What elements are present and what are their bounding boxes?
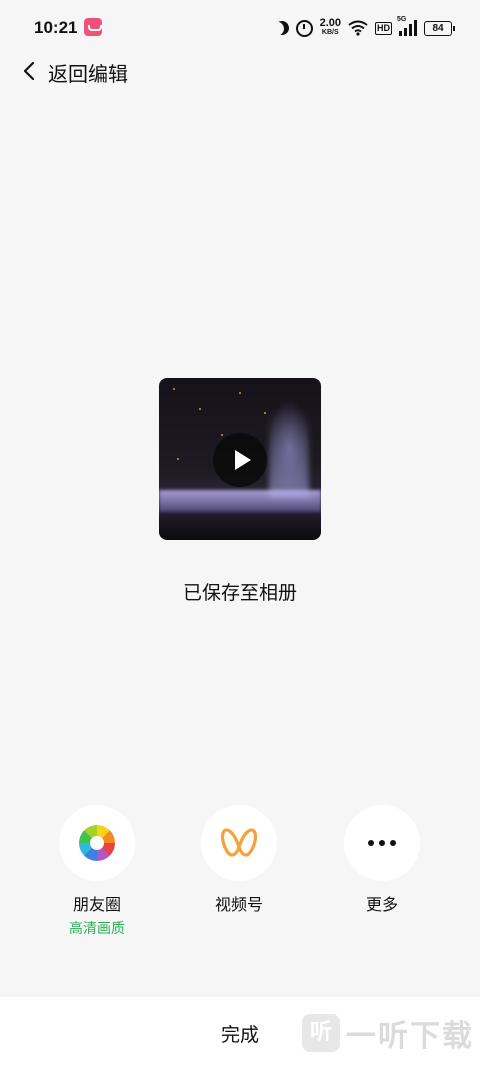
hd-quality-label: 高清画质: [69, 921, 125, 937]
watermark: 听 一听下载: [302, 1003, 474, 1063]
channels-butterfly-icon: [219, 825, 259, 861]
do-not-disturb-moon-icon: [273, 19, 291, 37]
saved-to-album-message: 已保存至相册: [182, 582, 297, 604]
back-to-edit-link[interactable]: 返回编辑: [48, 58, 128, 87]
network-speed-value: 2.00: [319, 17, 341, 29]
network-speed: 2.00 KB/S: [319, 17, 341, 37]
play-button[interactable]: [213, 433, 267, 487]
battery-indicator: 84: [424, 20, 455, 36]
channels-icon-circle: [201, 805, 277, 881]
more-dots-icon: [368, 840, 396, 846]
header: 返回编辑: [0, 52, 480, 92]
share-moments-button[interactable]: 朋友圈 高清画质: [42, 805, 152, 938]
alarm-clock-icon: [295, 19, 313, 37]
moments-icon-circle: [59, 805, 135, 881]
more-icon-circle: [344, 805, 420, 881]
hd-voice-badge: HD: [375, 21, 392, 35]
moments-aperture-icon: [79, 825, 115, 861]
share-moments-label: 朋友圈: [72, 895, 121, 914]
back-chevron-icon[interactable]: [20, 60, 42, 82]
status-time: 10:21: [34, 18, 78, 37]
cellular-signal-icon: 5G: [397, 16, 417, 36]
share-channels-button[interactable]: 视频号: [184, 805, 294, 915]
status-icons: 2.00 KB/S HD 5G 84: [273, 16, 455, 40]
saved-video-thumbnail[interactable]: [159, 378, 321, 540]
share-channels-label: 视频号: [214, 895, 263, 914]
share-more-button[interactable]: 更多: [327, 805, 437, 915]
wifi-icon: [348, 20, 368, 36]
network-speed-unit: KB/S: [321, 29, 339, 36]
watermark-text: 一听下载: [346, 1019, 474, 1054]
play-icon: [235, 450, 251, 470]
watermark-logo-icon: 听: [302, 1014, 340, 1052]
status-bar: 10:21 2.00 KB/S HD 5G 84: [0, 0, 480, 52]
network-type-label: 5G: [397, 16, 407, 23]
share-more-label: 更多: [365, 895, 398, 914]
bottom-bar: 完成 听 一听下载: [0, 997, 480, 1073]
app-notification-icon: [84, 18, 102, 36]
